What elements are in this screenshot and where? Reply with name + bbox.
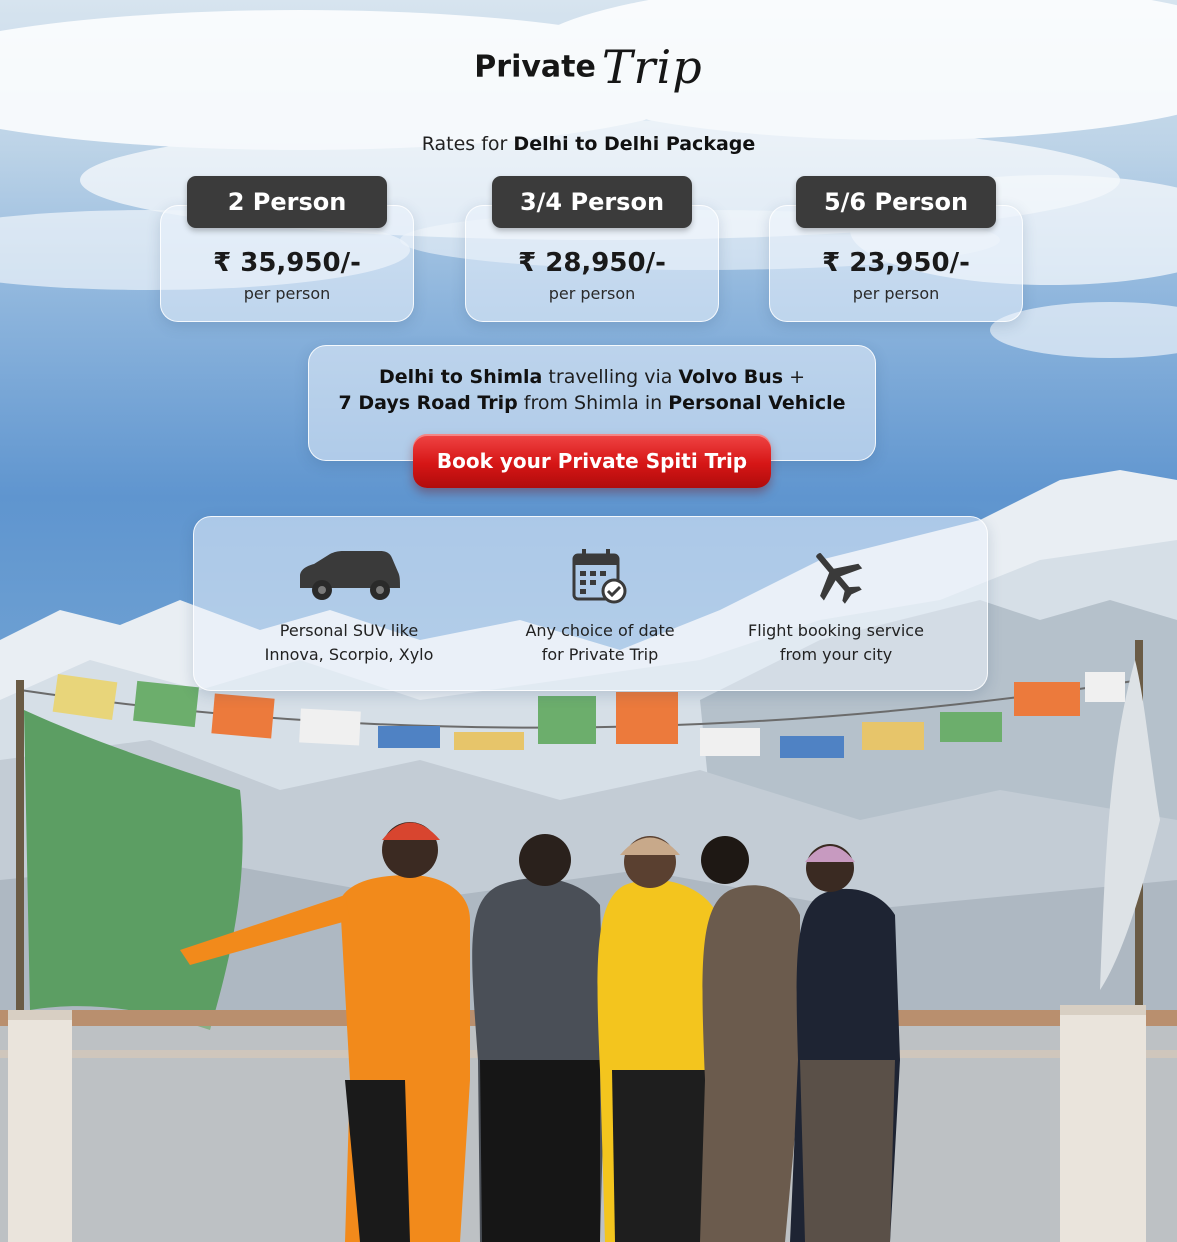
price-card-3-4-person: 3/4 Person ₹ 28,950/- per person — [465, 176, 719, 322]
page-title: Private Trip — [0, 40, 1177, 94]
route-line-1: Delhi to Shimla travelling via Volvo Bus… — [309, 366, 875, 388]
route-vehicle: Personal Vehicle — [668, 392, 846, 414]
title-script: Trip — [601, 40, 703, 94]
package-subtitle: Rates for Delhi to Delhi Package — [0, 133, 1177, 155]
price-card-label: 5/6 Person — [796, 176, 996, 228]
price-value: ₹ 28,950/- — [518, 248, 666, 278]
airplane-icon — [716, 545, 956, 607]
title-main: Private — [474, 49, 596, 85]
feature-line: from your city — [779, 645, 893, 664]
car-icon — [229, 545, 469, 607]
feature-line: Innova, Scorpio, Xylo — [264, 645, 434, 664]
book-trip-button[interactable]: Book your Private Spiti Trip — [413, 434, 771, 488]
price-value: ₹ 23,950/- — [822, 248, 970, 278]
route-text: from Shimla in — [517, 392, 669, 414]
price-unit: per person — [852, 284, 940, 303]
feature-text: Any choice of date for Private Trip — [480, 619, 720, 667]
route-plus: + — [783, 366, 806, 388]
price-unit: per person — [243, 284, 331, 303]
route-origin: Delhi to Shimla — [378, 366, 543, 388]
route-line-2: 7 Days Road Trip from Shimla in Personal… — [309, 392, 875, 414]
price-card-label: 3/4 Person — [492, 176, 692, 228]
route-transport: Volvo Bus — [678, 366, 784, 388]
price-unit: per person — [548, 284, 636, 303]
price-card-5-6-person: 5/6 Person ₹ 23,950/- per person — [769, 176, 1023, 322]
price-card-2-person: 2 Person ₹ 35,950/- per person — [160, 176, 414, 322]
subtitle-package: Delhi to Delhi Package — [513, 133, 756, 155]
feature-text: Flight booking service from your city — [716, 619, 956, 667]
feature-line: Personal SUV like — [279, 621, 419, 640]
poster: Private Trip Rates for Delhi to Delhi Pac… — [0, 0, 1177, 1242]
feature-line: Any choice of date — [525, 621, 675, 640]
price-value: ₹ 35,950/- — [213, 248, 361, 278]
subtitle-prefix: Rates for — [421, 133, 508, 155]
route-text: travelling via — [542, 366, 679, 388]
feature-text: Personal SUV like Innova, Scorpio, Xylo — [229, 619, 469, 667]
feature-line: Flight booking service — [748, 621, 924, 640]
price-card-label: 2 Person — [187, 176, 387, 228]
route-duration: 7 Days Road Trip — [338, 392, 518, 414]
features-card: Personal SUV like Innova, Scorpio, Xylo — [193, 516, 988, 691]
calendar-check-icon — [480, 545, 720, 607]
feature-line: for Private Trip — [541, 645, 659, 664]
